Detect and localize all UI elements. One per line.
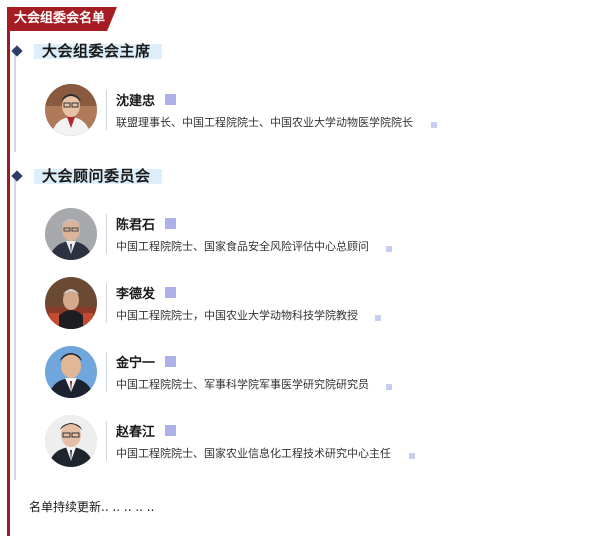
person-title: 联盟理事长、中国工程院院士、中国农业大学动物医学院院长 (116, 116, 413, 129)
portrait-avatar (45, 346, 97, 398)
title-accent-square (386, 384, 392, 390)
page-banner: 大会组委会名单 (7, 7, 117, 31)
person-card: 金宁一 中国工程院院士、军事科学院军事医学研究院研究员 (45, 346, 585, 402)
title-accent-square (431, 122, 437, 128)
person-name: 沈建忠 (116, 94, 156, 109)
portrait-avatar (45, 84, 97, 136)
divider (106, 90, 107, 130)
timeline-line (14, 52, 16, 152)
divider (106, 283, 107, 323)
name-accent-square (165, 425, 176, 436)
name-accent-square (165, 94, 176, 105)
timeline-line (14, 180, 16, 480)
title-accent-square (375, 315, 381, 321)
list-update-note: 名单持续更新.. .. .. .. .. (29, 500, 155, 514)
section-title: 大会组委会主席 (42, 42, 151, 60)
person-title: 中国工程院院士、军事科学院军事医学研究院研究员 (116, 378, 369, 391)
title-accent-square (386, 246, 392, 252)
divider (106, 352, 107, 392)
person-title: 中国工程院院士，中国农业大学动物科技学院教授 (116, 309, 358, 322)
left-red-rule (7, 10, 10, 536)
name-accent-square (165, 287, 176, 298)
person-card: 沈建忠 联盟理事长、中国工程院院士、中国农业大学动物医学院院长 (45, 84, 585, 140)
person-card: 李德发 中国工程院院士，中国农业大学动物科技学院教授 (45, 277, 585, 333)
section-title: 大会顾问委员会 (42, 167, 151, 185)
portrait-avatar (45, 277, 97, 329)
person-title: 中国工程院院士、国家农业信息化工程技术研究中心主任 (116, 447, 391, 460)
person-name: 金宁一 (116, 356, 156, 371)
person-card: 赵春江 中国工程院院士、国家农业信息化工程技术研究中心主任 (45, 415, 585, 471)
name-accent-square (165, 218, 176, 229)
portrait-avatar (45, 415, 97, 467)
divider (106, 421, 107, 461)
person-name: 赵春江 (116, 425, 156, 440)
person-name: 李德发 (116, 287, 156, 302)
portrait-avatar (45, 208, 97, 260)
person-title: 中国工程院院士、国家食品安全风险评估中心总顾问 (116, 240, 369, 253)
divider (106, 214, 107, 254)
person-card: 陈君石 中国工程院院士、国家食品安全风险评估中心总顾问 (45, 208, 585, 264)
title-accent-square (409, 453, 415, 459)
name-accent-square (165, 356, 176, 367)
person-name: 陈君石 (116, 218, 156, 233)
